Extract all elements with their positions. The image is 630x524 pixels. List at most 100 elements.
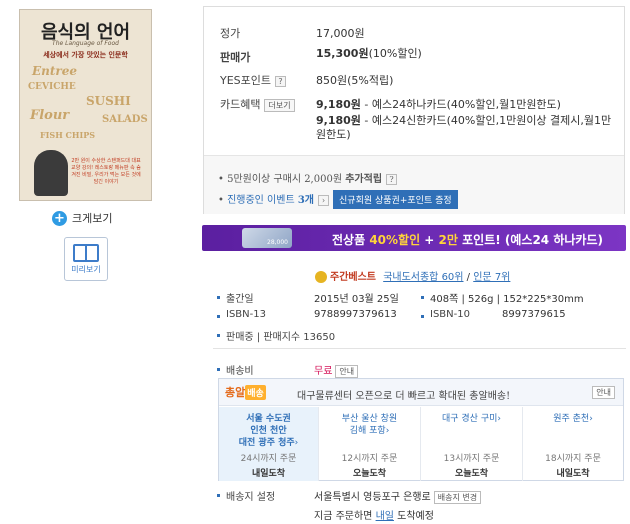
banner-text-3: 포인트! (예스24 하나카드) bbox=[457, 233, 603, 247]
isbn10-label: ISBN-10 bbox=[430, 309, 470, 320]
shipping-fee: 무료 안내 bbox=[314, 362, 359, 378]
sale-price: 15,300원(10%할인) bbox=[316, 45, 422, 61]
author-photo bbox=[34, 150, 68, 196]
card-price: 9,180원 bbox=[316, 114, 361, 127]
points-row: YES포인트? bbox=[220, 72, 287, 88]
preview-button[interactable]: 미리보기 bbox=[64, 237, 108, 281]
arrow-icon[interactable]: › bbox=[318, 195, 330, 206]
arrival-time: 내일도착 bbox=[251, 469, 286, 479]
medal-icon bbox=[315, 271, 327, 283]
bonus-text: 5만원이상 구매시 2,000원 bbox=[227, 174, 346, 185]
list-price-value: 17,000원 bbox=[316, 27, 365, 40]
list-price-label: 정가 bbox=[220, 27, 241, 40]
delivery-message: 대구물류센터 오픈으로 더 빠르고 확대된 총알배송! bbox=[297, 391, 511, 402]
bullet-icon bbox=[217, 296, 220, 299]
pubdate-value: 2015년 03월 25일 bbox=[314, 294, 399, 305]
rank-category-link[interactable]: 국내도서종합 60위 bbox=[383, 272, 463, 283]
chevron-right-icon: › bbox=[385, 426, 390, 436]
card-line: 9,180원 - 예스24하나카드(40%할인,월1만원한도) bbox=[316, 96, 561, 112]
cover-tagline: 세상에서 가장 맛있는 인문학 bbox=[43, 51, 128, 59]
cutoff-time: 12시까지 주문 bbox=[341, 454, 398, 464]
card-label: 카드혜택 bbox=[220, 98, 261, 111]
banner-text-1: 전상품 bbox=[332, 233, 370, 247]
card-more-button[interactable]: 더보기 bbox=[264, 98, 295, 112]
sale-discount: (10%할인) bbox=[368, 47, 422, 60]
book-open-icon bbox=[73, 244, 99, 262]
event-button[interactable]: 신규회원 상품권+포인트 증정 bbox=[333, 190, 458, 209]
sales-status: 판매중 | 판매지수 13650 bbox=[226, 332, 336, 343]
cover-word: SALADS bbox=[102, 114, 148, 125]
isbn13-label: ISBN-13 bbox=[226, 309, 266, 320]
delivery-guide-button[interactable]: 안내 bbox=[592, 386, 615, 399]
physical-info: 408쪽 | 526g | 152*225*30mm bbox=[430, 294, 584, 305]
delivery-box: 총알 배송 대구물류센터 오픈으로 더 빠르고 확대된 총알배송! 안내 서울 수… bbox=[218, 378, 624, 481]
card-row: 카드혜택 더보기 bbox=[220, 96, 295, 112]
chevron-right-icon: › bbox=[294, 438, 299, 448]
region-line: 대구 경산 구미 bbox=[441, 414, 498, 424]
region-line: 부산 울산 창원 bbox=[341, 414, 398, 424]
cover-word: Flour bbox=[30, 108, 70, 123]
change-address-button[interactable]: 배송지 변경 bbox=[433, 491, 482, 504]
delivery-region[interactable]: 대구 경산 구미› 13시까지 주문 오늘도착 bbox=[421, 407, 523, 481]
cutoff-time: 24시까지 주문 bbox=[240, 454, 297, 464]
express-logo-text: 총알 bbox=[225, 386, 246, 399]
divider bbox=[213, 348, 626, 349]
weekly-best: 주간베스트 국내도서종합 60위 / 인문 7위 bbox=[315, 268, 510, 283]
isbn10-value: 8997379615 bbox=[502, 309, 566, 320]
zoom-button[interactable]: + 크게보기 bbox=[52, 210, 112, 226]
rank-divider: / bbox=[463, 272, 474, 283]
shipping-fee-value: 무료 bbox=[314, 366, 333, 377]
book-cover[interactable]: 음식의 언어 The Language of Food 세상에서 가장 맛있는 … bbox=[19, 9, 152, 201]
banner-highlight-1: 40%할인 bbox=[369, 233, 421, 247]
bonus-line: • 5만원이상 구매시 2,000원 추가적립? bbox=[218, 170, 398, 185]
zoom-label: 크게보기 bbox=[72, 212, 113, 225]
delivery-region[interactable]: 원주 춘천› 18시까지 주문 내일도착 bbox=[523, 407, 623, 481]
bullet-icon bbox=[217, 494, 220, 497]
bullet-icon bbox=[421, 296, 424, 299]
express-logo-badge: 배송 bbox=[245, 385, 266, 400]
express-logo: 총알 배송 bbox=[225, 384, 266, 400]
cover-blurb: 2만 원이 수상한 스탠퍼드대 대표 교양 강의! 레스토랑 메뉴판 속 숨겨진… bbox=[71, 158, 141, 185]
banner-text: 전상품 40%할인 + 2만 포인트! (예스24 하나카드) bbox=[332, 231, 603, 248]
points-label: YES포인트 bbox=[220, 74, 272, 87]
cover-word: CEVICHE bbox=[28, 82, 76, 92]
card-amount: 28,000 bbox=[267, 239, 288, 246]
eta-line: 지금 주문하면 내일 도착예정 bbox=[314, 507, 434, 522]
shipping-guide-button[interactable]: 안내 bbox=[335, 365, 359, 378]
help-icon[interactable]: ? bbox=[275, 75, 287, 87]
delivery-region[interactable]: 부산 울산 창원 김해 포항› 12시까지 주문 오늘도착 bbox=[319, 407, 421, 481]
card-desc: - 예스24하나카드(40%할인,월1만원한도) bbox=[360, 98, 561, 111]
help-icon[interactable]: ? bbox=[386, 174, 398, 185]
price-box: 정가 17,000원 판매가 15,300원(10%할인) YES포인트? 85… bbox=[203, 6, 625, 214]
arrival-time: 오늘도착 bbox=[454, 469, 489, 479]
arrival-time: 내일도착 bbox=[556, 469, 590, 479]
banner-text-2: + bbox=[420, 233, 439, 247]
eta-day[interactable]: 내일 bbox=[376, 511, 394, 522]
shipping-fee-label: 배송비 bbox=[226, 366, 254, 377]
card-desc: - 예스24신한카드(40%할인,1만원이상 결제시,월1만원한도) bbox=[316, 114, 612, 141]
banner-highlight-2: 2만 bbox=[438, 233, 458, 247]
region-name: 서울 수도권 인천 천안 대전 광주 청주› bbox=[219, 413, 318, 449]
cover-word: FISH CHIPS bbox=[40, 130, 96, 140]
event-count[interactable]: 3개 bbox=[298, 195, 314, 206]
address: 서울특별시 영등포구 은행로 배송지 변경 bbox=[314, 488, 482, 504]
chevron-right-icon: › bbox=[589, 414, 593, 424]
address-label: 배송지 설정 bbox=[226, 492, 276, 503]
event-link[interactable]: 진행중인 이벤트 bbox=[227, 195, 298, 206]
cutoff-time: 13시까지 주문 bbox=[443, 454, 500, 464]
rank-category-link[interactable]: 인문 7위 bbox=[473, 272, 510, 283]
bullet-icon bbox=[217, 368, 220, 371]
chevron-right-icon: › bbox=[497, 414, 501, 424]
bullet-icon bbox=[217, 334, 220, 337]
delivery-region[interactable]: 서울 수도권 인천 천안 대전 광주 청주› 24시까지 주문 내일도착 bbox=[219, 407, 319, 481]
region-name: 대구 경산 구미› bbox=[421, 413, 522, 425]
address-value: 서울특별시 영등포구 은행로 bbox=[314, 492, 431, 503]
eta-prefix: 지금 주문하면 bbox=[314, 511, 376, 522]
region-line: 대전 광주 청주 bbox=[238, 438, 295, 448]
bullet-icon bbox=[217, 315, 220, 318]
region-name: 원주 춘천› bbox=[523, 413, 623, 425]
event-line: • 진행중인 이벤트 3개 › 신규회원 상품권+포인트 증정 bbox=[218, 190, 458, 209]
region-name: 부산 울산 창원 김해 포항› bbox=[319, 413, 420, 437]
benefit-area: • 5만원이상 구매시 2,000원 추가적립? • 진행중인 이벤트 3개 › 신… bbox=[204, 155, 624, 214]
promo-banner[interactable]: 28,000 전상품 40%할인 + 2만 포인트! (예스24 하나카드) bbox=[202, 225, 626, 251]
